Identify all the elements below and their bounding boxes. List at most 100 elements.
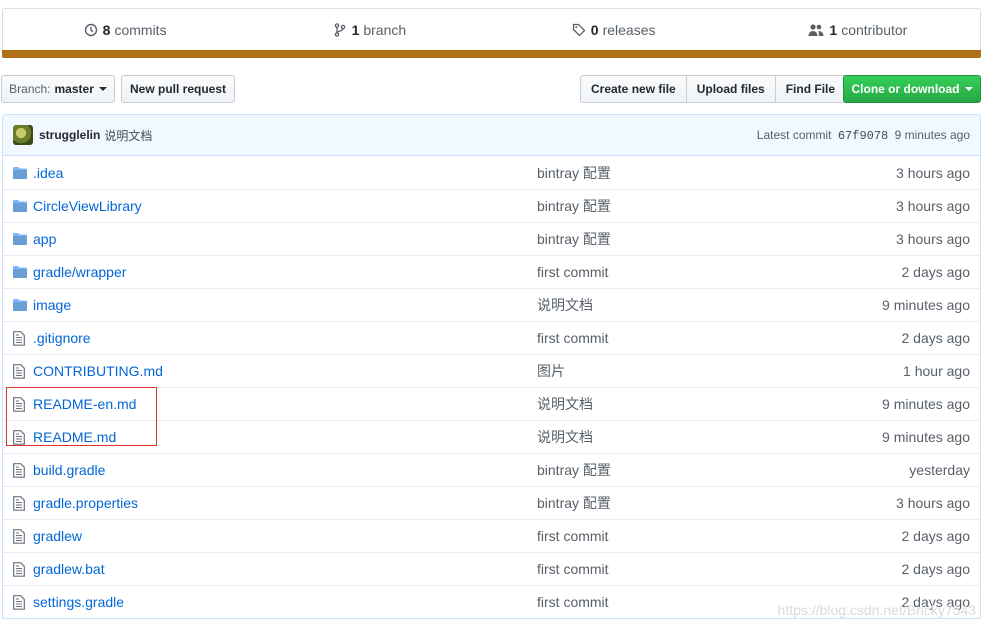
commits-count: 8: [102, 22, 111, 38]
avatar[interactable]: [13, 125, 33, 145]
file-icon: [13, 561, 29, 577]
commit-age: 3 hours ago: [896, 231, 970, 247]
contributors-count: 1: [829, 22, 838, 38]
table-row: image 说明文档 9 minutes ago: [3, 288, 980, 321]
upload-files-button[interactable]: Upload files: [685, 76, 775, 102]
commit-age: yesterday: [909, 462, 970, 478]
branches-link[interactable]: 1 branch: [247, 9, 491, 51]
commit-message-link[interactable]: 说明文档: [537, 394, 882, 414]
file-list: .idea bintray 配置 3 hours ago CircleViewLibr…: [2, 156, 981, 619]
commit-message-link[interactable]: bintray 配置: [537, 196, 896, 216]
commit-age: 3 hours ago: [896, 164, 970, 181]
clone-label: Clone or download: [851, 82, 960, 96]
chevron-down-icon: [98, 87, 107, 91]
watermark: https://blog.csdn.net/Bricky7543: [777, 602, 976, 618]
language-bar[interactable]: [2, 50, 981, 58]
file-actions-group: Create new file Upload files Find File: [580, 75, 847, 103]
folder-icon: [13, 264, 29, 280]
commit-message-link[interactable]: first commit: [537, 264, 902, 280]
table-row: README-en.md 说明文档 9 minutes ago: [3, 387, 980, 420]
commit-message-link[interactable]: bintray 配置: [537, 229, 896, 249]
file-icon: [13, 396, 29, 412]
table-row: CircleViewLibrary bintray 配置 3 hours ago: [3, 189, 980, 222]
commit-message-link[interactable]: first commit: [537, 330, 902, 346]
commit-age: 2 days ago: [901, 330, 971, 346]
commit-age: 2 days ago: [901, 561, 971, 577]
repo-summary-bar: 8 commits 1 branch 0 releases 1 contribu…: [2, 8, 981, 58]
tag-icon: [572, 23, 586, 37]
file-name-link[interactable]: build.gradle: [33, 462, 537, 478]
create-new-file-button[interactable]: Create new file: [581, 76, 686, 102]
branch-select-button[interactable]: Branch: master: [1, 75, 115, 103]
branch-name: master: [54, 82, 94, 96]
file-name-link[interactable]: .idea: [33, 165, 537, 181]
table-row: build.gradle bintray 配置 yesterday: [3, 453, 980, 486]
table-row: gradlew first commit 2 days ago: [3, 519, 980, 552]
commits-link[interactable]: 8 commits: [3, 9, 247, 51]
commit-message-link[interactable]: first commit: [537, 528, 902, 544]
commit-age: 9 minutes ago: [894, 127, 970, 142]
commit-message-link[interactable]: 说明文档: [537, 427, 882, 447]
commit-message-link[interactable]: bintray 配置: [537, 493, 896, 513]
file-name-link[interactable]: settings.gradle: [33, 594, 537, 610]
table-row: .idea bintray 配置 3 hours ago: [3, 156, 980, 189]
file-name-link[interactable]: app: [33, 231, 537, 247]
commit-message[interactable]: 说明文档: [104, 127, 152, 144]
folder-icon: [13, 297, 29, 313]
file-icon: [13, 528, 29, 544]
file-name-link[interactable]: gradlew.bat: [33, 561, 537, 577]
table-row: gradle/wrapper first commit 2 days ago: [3, 255, 980, 288]
folder-icon: [13, 198, 29, 214]
file-name-link[interactable]: gradle/wrapper: [33, 264, 537, 280]
branches-count: 1: [351, 22, 360, 38]
latest-commit-bar: strugglelin 说明文档 Latest commit 67f9078 9…: [2, 114, 981, 156]
commit-message-link[interactable]: 图片: [537, 361, 903, 381]
file-name-link[interactable]: gradle.properties: [33, 495, 537, 511]
file-icon: [13, 495, 29, 511]
latest-commit-info: Latest commit 67f9078 9 minutes ago: [757, 128, 970, 143]
commit-age: 9 minutes ago: [882, 429, 970, 445]
file-icon: [13, 594, 29, 610]
commit-age: 9 minutes ago: [882, 396, 970, 412]
new-pull-request-button[interactable]: New pull request: [121, 75, 235, 103]
commit-sha[interactable]: 67f9078: [838, 129, 888, 143]
branches-label: branch: [363, 22, 407, 38]
table-row: gradle.properties bintray 配置 3 hours ago: [3, 486, 980, 519]
table-row: README.md 说明文档 9 minutes ago: [3, 420, 980, 453]
commit-message-link[interactable]: 说明文档: [537, 295, 882, 315]
file-name-link[interactable]: image: [33, 297, 537, 313]
commit-message-link[interactable]: bintray 配置: [537, 163, 896, 183]
new-pull-request-label: New pull request: [129, 82, 227, 96]
commit-age: 3 hours ago: [896, 495, 970, 511]
commit-age: 3 hours ago: [896, 198, 970, 214]
file-name-link[interactable]: README.md: [33, 429, 537, 445]
clone-or-download-button[interactable]: Clone or download: [843, 75, 981, 103]
people-icon: [808, 24, 824, 36]
table-row: .gitignore first commit 2 days ago: [3, 321, 980, 354]
file-name-link[interactable]: .gitignore: [33, 330, 537, 346]
commit-age: 9 minutes ago: [882, 297, 970, 313]
branch-icon: [334, 23, 345, 37]
latest-commit-prefix: Latest commit: [756, 127, 832, 142]
file-icon: [13, 429, 29, 445]
table-row: app bintray 配置 3 hours ago: [3, 222, 980, 255]
branch-prefix: Branch:: [9, 82, 51, 96]
commit-message-link[interactable]: first commit: [537, 561, 902, 577]
releases-count: 0: [590, 22, 599, 38]
chevron-down-icon: [964, 87, 973, 91]
commit-age: 2 days ago: [901, 264, 971, 280]
commit-author[interactable]: strugglelin: [39, 128, 100, 142]
folder-icon: [13, 231, 29, 247]
table-row: gradlew.bat first commit 2 days ago: [3, 552, 980, 585]
contributors-link[interactable]: 1 contributor: [736, 9, 980, 51]
releases-link[interactable]: 0 releases: [492, 9, 736, 51]
file-name-link[interactable]: README-en.md: [33, 396, 537, 412]
commit-age: 2 days ago: [901, 528, 971, 544]
releases-label: releases: [602, 22, 656, 38]
commit-message-link[interactable]: bintray 配置: [537, 460, 909, 480]
file-name-link[interactable]: CircleViewLibrary: [33, 198, 537, 214]
file-name-link[interactable]: CONTRIBUTING.md: [33, 363, 537, 379]
commit-age: 1 hour ago: [903, 363, 970, 379]
find-file-button[interactable]: Find File: [774, 76, 846, 102]
file-name-link[interactable]: gradlew: [33, 528, 537, 544]
